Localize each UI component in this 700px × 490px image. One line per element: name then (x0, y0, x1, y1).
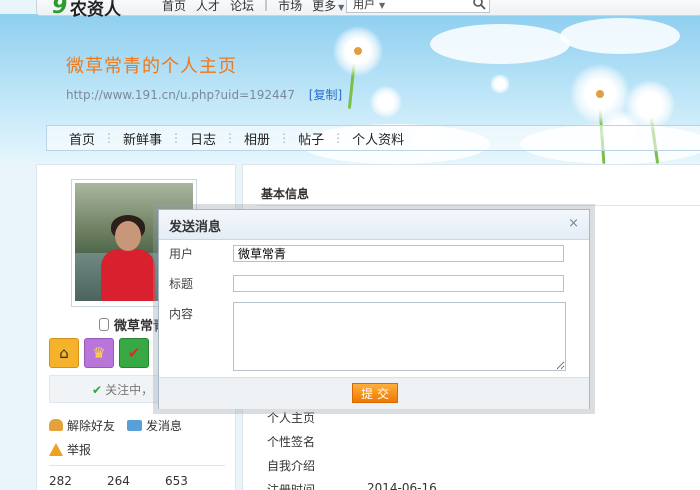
top-nav-separator: | (264, 0, 269, 11)
report-label: 举报 (67, 442, 92, 457)
top-nav-more-label: 更多 (312, 0, 337, 13)
search-icon[interactable] (472, 0, 486, 10)
top-search-box[interactable]: 用户 ▼ (346, 0, 490, 13)
profile-url: http://www.191.cn/u.php?uid=192447 [复制] (66, 86, 342, 103)
profile-tabs: 首页 ⋮ 新鲜事 ⋮ 日志 ⋮ 相册 ⋮ 帖子 ⋮ 个人资料 (46, 125, 700, 151)
user-icon (99, 318, 109, 331)
username-row: 微草常青 (99, 315, 166, 334)
top-nav-forum[interactable]: 论坛 (230, 0, 254, 14)
unfriend-button[interactable]: 解除好友 (49, 417, 115, 434)
profile-actions: 解除好友 发消息 举报 (49, 413, 182, 461)
tab-separator: ⋮ (103, 131, 116, 145)
avatar-figure-body (101, 249, 155, 301)
info-label: 个人主页 (267, 411, 316, 425)
tab-separator: ⋮ (278, 131, 291, 145)
tab-news[interactable]: 新鲜事 (115, 129, 170, 148)
recipient-input[interactable] (233, 245, 564, 262)
top-nav-home[interactable]: 首页 (162, 0, 186, 14)
tab-separator: ⋮ (170, 131, 183, 145)
user-field-label: 用户 (169, 247, 194, 261)
profile-actions-row: 举报 (49, 437, 182, 461)
register-date: 2014-06-16 (367, 481, 437, 490)
warning-icon (49, 442, 63, 456)
tab-album[interactable]: 相册 (236, 129, 278, 148)
dialog-footer: 提交 (159, 377, 589, 409)
friends-icon (49, 419, 63, 431)
dandelion-core (596, 90, 604, 98)
chevron-down-icon: ▼ (379, 1, 386, 10)
divider (257, 205, 700, 206)
avatar-figure-face (115, 221, 141, 251)
chevron-down-icon: ▼ (338, 3, 345, 12)
profile-stats: 282 264 653 (49, 465, 225, 488)
search-scope-label: 用户 (353, 0, 375, 11)
cloud (430, 24, 570, 64)
page: 微草常青的个人主页 http://www.191.cn/u.php?uid=19… (0, 0, 700, 490)
info-label: 注册时间 (267, 483, 316, 490)
site-logo-mark[interactable]: 9 (52, 0, 67, 19)
tab-home[interactable]: 首页 (61, 129, 103, 148)
top-nav-market[interactable]: 市场 (278, 0, 302, 14)
follow-status-text: 关注中， (105, 383, 154, 397)
home-badge-icon[interactable]: ⌂ (49, 338, 79, 368)
send-message-label: 发消息 (146, 418, 183, 433)
submit-button[interactable]: 提交 (352, 383, 398, 403)
top-nav-links: 首页 人才 论坛 | 市场 更多 ▼ (162, 0, 344, 14)
info-label: 自我介绍 (267, 459, 316, 473)
follow-status-row: ✔ 关注中， (92, 381, 153, 398)
top-nav-talent[interactable]: 人才 (196, 0, 220, 14)
info-label: 个性签名 (267, 435, 316, 449)
crown-badge-icon[interactable]: ♛ (84, 338, 114, 368)
tab-blog[interactable]: 日志 (182, 129, 224, 148)
profile-url-text: http://www.191.cn/u.php?uid=192447 (66, 88, 295, 102)
tab-profile-info[interactable]: 个人资料 (344, 129, 412, 148)
top-nav-more[interactable]: 更多 ▼ (312, 0, 344, 14)
dandelion-core (354, 47, 362, 55)
cloud (560, 18, 680, 54)
send-message-button[interactable]: 发消息 (127, 417, 182, 434)
send-message-dialog: 发送消息 × 用户 标题 内容 提交 (158, 209, 590, 409)
copy-url-link[interactable]: [复制] (309, 88, 342, 102)
search-scope-select[interactable]: 用户 ▼ (353, 0, 385, 12)
site-logo-text[interactable]: 农资人 (70, 0, 121, 20)
subject-input[interactable] (233, 275, 564, 292)
content-textarea[interactable] (233, 302, 566, 371)
section-title: 基本信息 (261, 187, 310, 201)
tab-separator: ⋮ (224, 131, 237, 145)
profile-actions-row: 解除好友 发消息 (49, 413, 182, 437)
tab-separator: ⋮ (332, 131, 345, 145)
message-icon (127, 419, 143, 431)
stat-value[interactable]: 264 (107, 474, 165, 488)
dandelion (490, 74, 510, 94)
dialog-header: 发送消息 × (159, 210, 589, 240)
top-navigation: 9 农资人 首页 人才 论坛 | 市场 更多 ▼ 用户 ▼ (0, 0, 700, 20)
content-field-label: 内容 (169, 307, 194, 321)
close-icon[interactable]: × (568, 216, 579, 231)
stat-value[interactable]: 653 (165, 474, 223, 488)
stat-value[interactable]: 282 (49, 474, 107, 488)
check-badge-icon[interactable]: ✔ (119, 338, 149, 368)
check-icon: ✔ (92, 383, 103, 397)
page-title: 微草常青的个人主页 (66, 56, 237, 77)
subject-field-label: 标题 (169, 277, 194, 291)
user-badges: ⌂ ♛ ✔ (49, 338, 149, 368)
tab-posts[interactable]: 帖子 (290, 129, 332, 148)
dialog-title: 发送消息 (169, 220, 222, 235)
unfriend-label: 解除好友 (67, 418, 116, 433)
report-button[interactable]: 举报 (49, 441, 91, 458)
dandelion (370, 86, 402, 118)
